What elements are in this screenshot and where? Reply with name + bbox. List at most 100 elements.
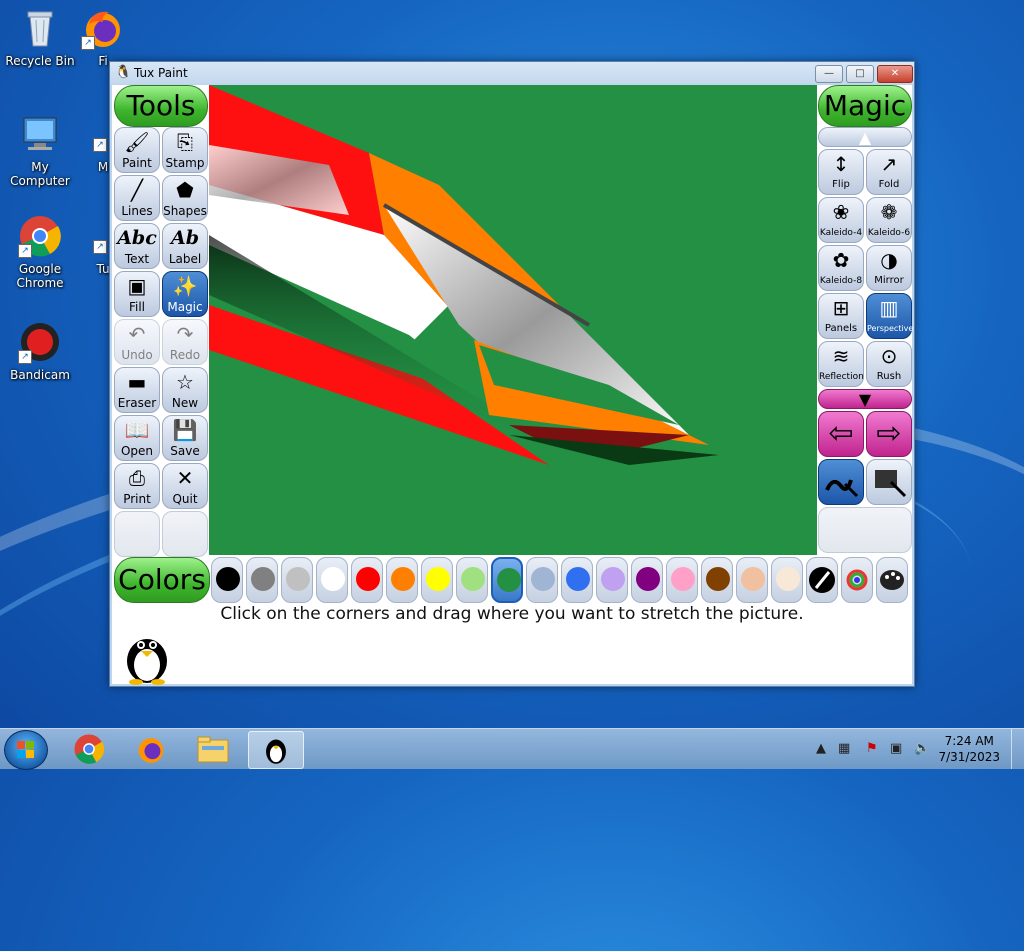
magic-next-button[interactable]: ⇨ (866, 411, 912, 457)
magic-mode-fullscreen-button[interactable] (866, 459, 912, 505)
magic-reflection[interactable]: ≋ Reflection (818, 341, 864, 387)
color-swatch[interactable] (561, 557, 593, 603)
color-swatch[interactable] (666, 557, 698, 603)
magic-mode-paint-button[interactable] (818, 459, 864, 505)
desktop-icon-my-computer[interactable]: My Computer (0, 112, 80, 188)
color-swatch-dot (286, 567, 310, 591)
magic-rush[interactable]: ⊙ Rush (866, 341, 912, 387)
folder-icon (197, 736, 229, 763)
taskbar: ▲ ▦ ⚑ ▣ 🔈 7:24 AM 7/31/2023 (0, 728, 1024, 770)
desktop-icon-recycle-bin[interactable]: Recycle Bin (0, 6, 80, 68)
tray-app-icon[interactable]: ▦ (838, 741, 850, 756)
tux-icon (266, 739, 286, 764)
firefox-icon: ↗ (81, 6, 125, 50)
magic-flip[interactable]: ↕ Flip (818, 149, 864, 195)
tool-redo[interactable]: ↷ Redo (162, 319, 208, 365)
magic-fold[interactable]: ↗ Fold (866, 149, 912, 195)
tray-action-center-icon[interactable]: ⚑ (866, 741, 878, 756)
instruction-text: Click on the corners and drag where you … (220, 604, 804, 624)
magic-scroll-down-button[interactable]: ▼ (818, 389, 912, 409)
title-bar[interactable]: 🐧 Tux Paint — □ ✕ (110, 62, 914, 84)
magic-kaleido-8[interactable]: ✿ Kaleido-8 (818, 245, 864, 291)
tool-open[interactable]: 📖 Open (114, 415, 160, 461)
rush-icon: ⊙ (880, 344, 898, 368)
tool-shapes[interactable]: ⬟ Shapes (162, 175, 208, 221)
tray-network-icon[interactable]: ▣ (890, 741, 902, 756)
color-swatch[interactable] (281, 557, 313, 603)
recycle-bin-icon (18, 6, 62, 50)
desktop-icon-bandicam[interactable]: ↗ Bandicam (0, 320, 80, 382)
canvas-artwork (209, 85, 719, 465)
tux-mascot-icon (118, 627, 176, 685)
tool-text[interactable]: Abc Text (114, 223, 160, 269)
minimize-button[interactable]: — (815, 65, 843, 83)
desktop-icon-firefox[interactable]: ↗ Fi (78, 6, 128, 68)
firefox-icon (138, 738, 164, 763)
fullscreen-mode-icon (875, 470, 907, 498)
tool-fill[interactable]: ▣ Fill (114, 271, 160, 317)
tool-magic[interactable]: ✨ Magic (162, 271, 208, 317)
magic-mirror[interactable]: ◑ Mirror (866, 245, 912, 291)
magic-prev-button[interactable]: ⇦ (818, 411, 864, 457)
save-icon: 💾 (172, 418, 198, 442)
color-wheel-button[interactable] (841, 557, 873, 603)
tools-header: Tools (114, 85, 208, 127)
color-swatch[interactable] (386, 557, 418, 603)
label-icon: Ab (170, 227, 200, 249)
magic-header: Magic (818, 85, 912, 127)
color-swatch-dot (251, 567, 275, 591)
color-swatch[interactable] (456, 557, 488, 603)
tool-save[interactable]: 💾 Save (162, 415, 208, 461)
close-button[interactable]: ✕ (877, 65, 913, 83)
show-desktop-button[interactable] (1011, 729, 1024, 769)
color-swatch[interactable] (246, 557, 278, 603)
color-picker-button[interactable] (806, 557, 838, 603)
drawing-canvas[interactable] (209, 85, 817, 555)
magic-kaleido-6[interactable]: ❁ Kaleido-6 (866, 197, 912, 243)
start-button[interactable] (4, 730, 48, 770)
magic-panels[interactable]: ⊞ Panels (818, 293, 864, 339)
color-swatch[interactable] (421, 557, 453, 603)
tool-quit[interactable]: ✕ Quit (162, 463, 208, 509)
color-swatch[interactable] (351, 557, 383, 603)
color-swatch[interactable] (631, 557, 663, 603)
tool-label: Eraser (117, 396, 157, 410)
tool-label: Save (170, 444, 200, 458)
tool-print[interactable]: ⎙ Print (114, 463, 160, 509)
tray-expand-icon[interactable]: ▲ (816, 741, 826, 756)
tool-label[interactable]: Ab Label (162, 223, 208, 269)
color-swatch[interactable] (701, 557, 733, 603)
tool-eraser[interactable]: ▬ Eraser (114, 367, 160, 413)
tray-volume-icon[interactable]: 🔈 (914, 741, 930, 756)
maximize-button[interactable]: □ (846, 65, 874, 83)
magic-perspective[interactable]: ▥ Perspective (866, 293, 913, 339)
color-swatch[interactable] (491, 557, 523, 603)
tool-lines[interactable]: ╱ Lines (114, 175, 160, 221)
taskbar-tux-paint-button[interactable] (248, 731, 304, 769)
magic-label: Kaleido-4 (819, 228, 863, 238)
color-swatch[interactable] (316, 557, 348, 603)
tool-label: Redo (169, 348, 201, 362)
color-swatch[interactable] (596, 557, 628, 603)
taskbar-firefox-button[interactable] (124, 731, 178, 767)
taskbar-chrome-button[interactable] (62, 731, 116, 767)
system-clock[interactable]: 7:24 AM 7/31/2023 (938, 733, 1000, 765)
tool-paint[interactable]: 🖌 Paint (114, 127, 160, 173)
color-swatch[interactable] (211, 557, 243, 603)
magic-scroll-up-button[interactable]: ▲ (818, 127, 912, 147)
color-swatch[interactable] (736, 557, 768, 603)
arrow-down-icon: ▼ (858, 390, 872, 409)
color-swatch[interactable] (526, 557, 558, 603)
tool-stamp[interactable]: ⎘ Stamp (162, 127, 208, 173)
tool-undo[interactable]: ↶ Undo (114, 319, 160, 365)
tool-label: Undo (121, 348, 153, 362)
tool-new[interactable]: ☆ New (162, 367, 208, 413)
paint-bucket-icon: ▣ (127, 274, 147, 298)
magic-kaleido-4[interactable]: ❀ Kaleido-4 (818, 197, 864, 243)
tool-label: Stamp (165, 156, 205, 170)
color-swatch[interactable] (771, 557, 803, 603)
magic-label: Fold (878, 179, 900, 190)
color-mixer-button[interactable] (876, 557, 908, 603)
desktop-icon-google-chrome[interactable]: ↗ Google Chrome (0, 214, 80, 290)
taskbar-explorer-button[interactable] (186, 731, 240, 767)
